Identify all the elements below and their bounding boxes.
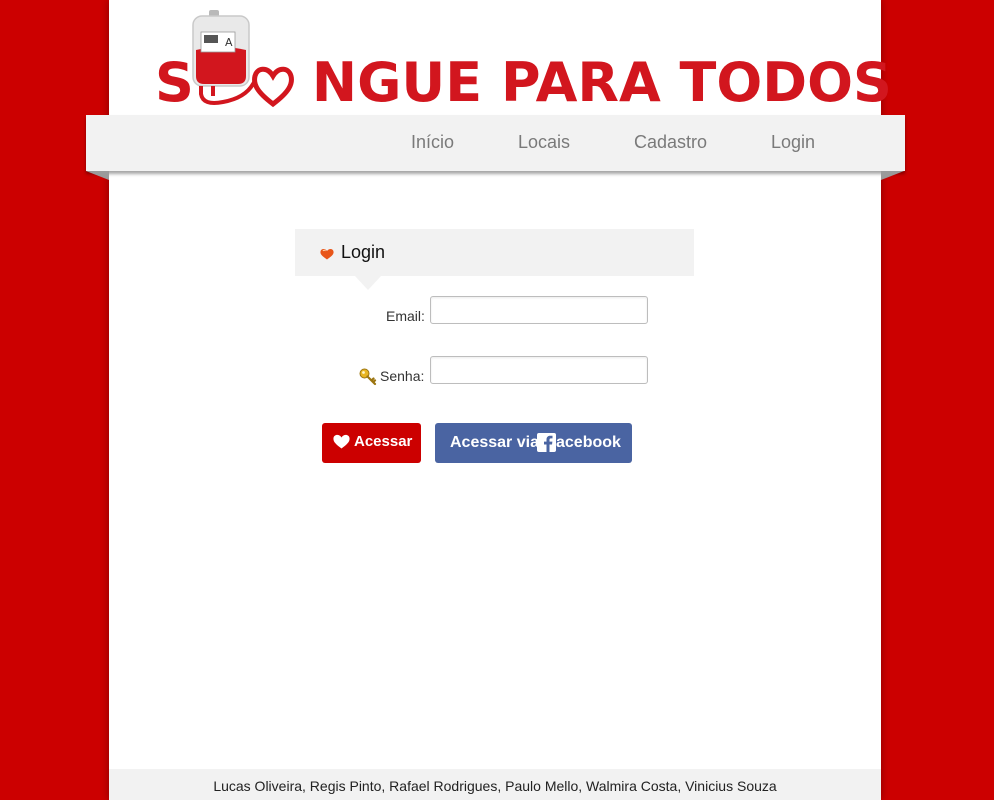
nav-item-inicio[interactable]: Início <box>411 132 454 153</box>
heart-icon <box>333 434 350 449</box>
footer-authors: Lucas Oliveira, Regis Pinto, Rafael Rodr… <box>213 778 777 794</box>
nav-item-locais[interactable]: Locais <box>518 132 570 153</box>
main-nav: Início Locais Cadastro Login <box>86 115 905 171</box>
facebook-button-prefix: Acessar via <box>450 434 539 451</box>
facebook-button-suffix: acebook <box>556 434 621 451</box>
login-panel-header: Login <box>295 229 694 290</box>
logo-text-right: NGUE PARA TODOS <box>311 51 892 114</box>
email-field[interactable] <box>430 296 648 324</box>
access-button[interactable]: Acessar <box>322 423 421 463</box>
nav-item-cadastro[interactable]: Cadastro <box>634 132 707 153</box>
footer: Lucas Oliveira, Regis Pinto, Rafael Rodr… <box>109 769 881 800</box>
access-button-label: Acessar <box>354 433 413 450</box>
nav-ribbon-fold-left <box>86 171 109 180</box>
panel-caret <box>355 276 381 290</box>
nav-item-login[interactable]: Login <box>771 132 815 153</box>
password-label: Senha: <box>380 368 425 384</box>
facebook-icon <box>537 433 556 452</box>
email-label: Email: <box>386 308 425 324</box>
heart-icon <box>320 248 334 260</box>
key-icon <box>359 368 377 386</box>
login-title: Login <box>341 242 386 262</box>
facebook-login-button[interactable]: Acessar via acebook <box>435 423 632 463</box>
nav-ribbon-fold-right <box>881 171 904 180</box>
site-logo[interactable]: S NGUE PARA TODOS A <box>155 10 892 110</box>
logo-heart-icon <box>252 66 294 108</box>
bag-letter: A <box>225 36 233 49</box>
password-field[interactable] <box>430 356 648 384</box>
blood-bag-icon: A <box>192 10 257 105</box>
